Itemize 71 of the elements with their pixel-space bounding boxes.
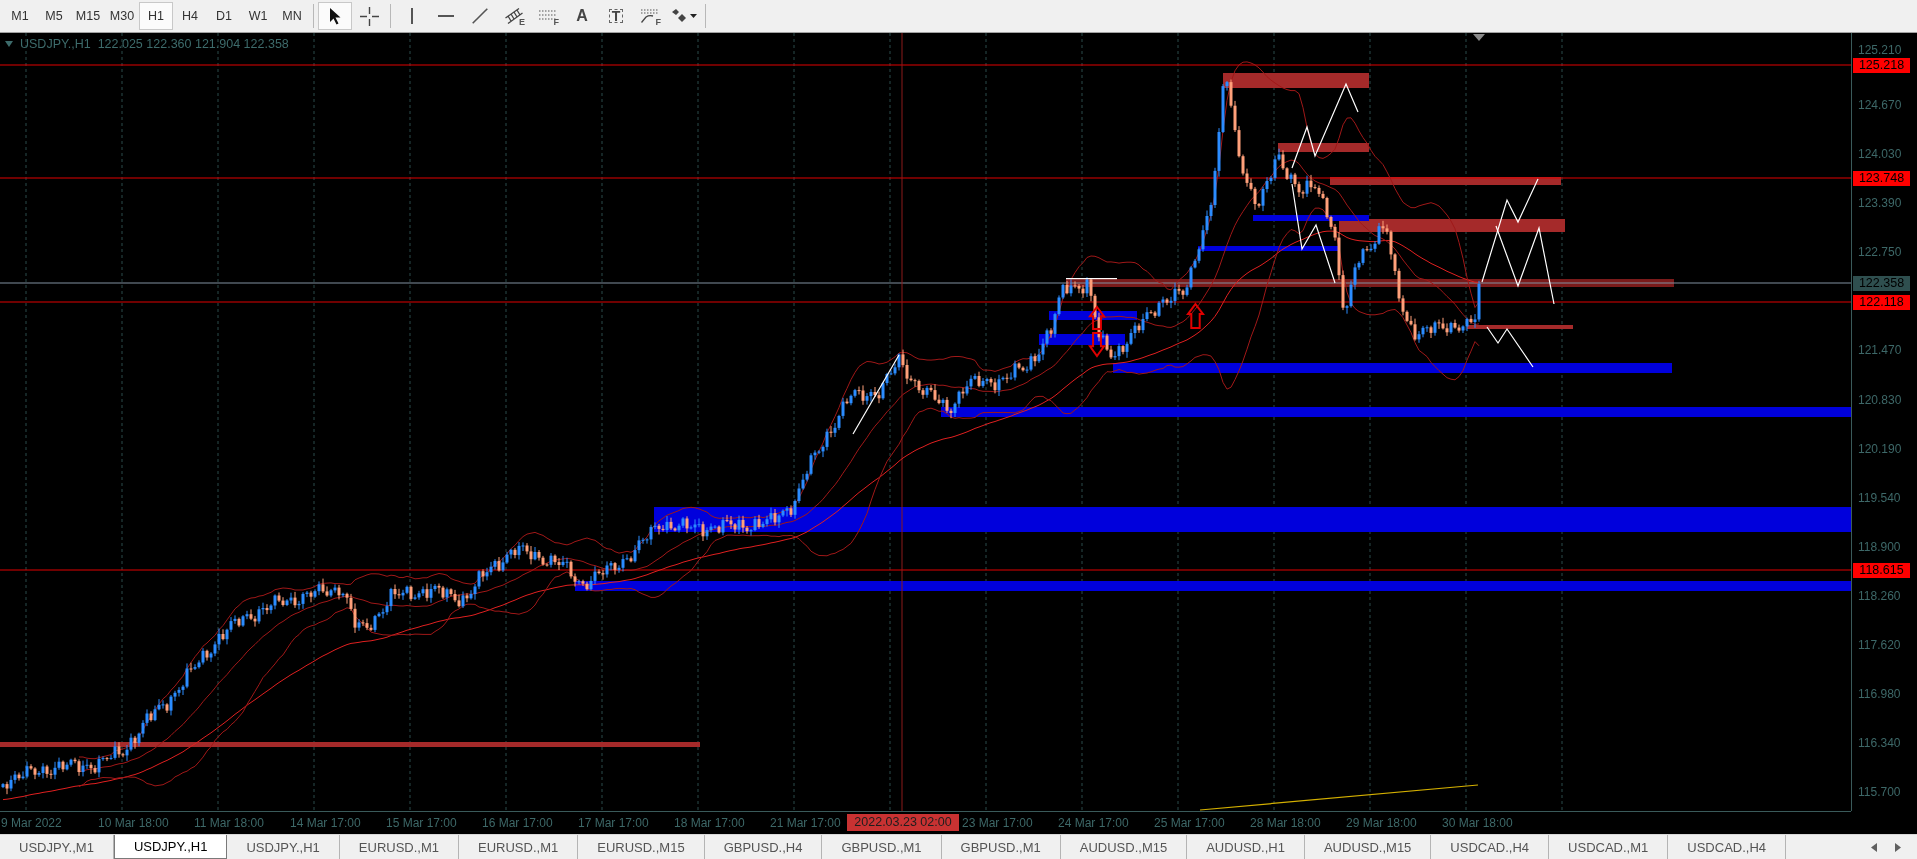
shapes-icon: [671, 9, 686, 23]
price-axis-label: 122.750: [1858, 245, 1902, 260]
timeframe-button[interactable]: M15: [71, 2, 105, 30]
time-axis-label: 21 Mar 17:00: [770, 816, 841, 830]
price-axis-label: 119.540: [1858, 490, 1901, 505]
fibonacci-button[interactable]: F: [531, 2, 565, 30]
time-axis-label: 23 Mar 17:00: [962, 816, 1033, 830]
time-axis-label: 30 Mar 18:00: [1442, 816, 1513, 830]
time-axis-label: 14 Mar 17:00: [290, 816, 361, 830]
price-axis-label: 117.620: [1858, 637, 1901, 652]
timeframe-button[interactable]: MN: [275, 2, 309, 30]
cursor-button[interactable]: [318, 2, 352, 30]
time-axis-label: 15 Mar 17:00: [386, 816, 457, 830]
projection-zigzag-line: [1486, 326, 1534, 368]
price-axis-label: 125.210: [1858, 43, 1902, 57]
time-axis-label: 28 Mar 18:00: [1250, 816, 1321, 830]
price-axis-label: 118.900: [1858, 539, 1901, 554]
price-tag: 123.748: [1853, 170, 1910, 186]
timeframe-button[interactable]: M30: [105, 2, 139, 30]
vertical-line-icon: [411, 8, 413, 24]
price-axis-label: 123.390: [1858, 196, 1902, 211]
price-tag: 122.118: [1853, 294, 1910, 310]
down-arrow-marker: [1088, 332, 1106, 358]
time-axis-label: 25 Mar 17:00: [1154, 816, 1225, 830]
chart-tab[interactable]: USDJPY.,H1: [113, 835, 228, 859]
crosshair-time-label: 2022.03.23 02:00: [847, 814, 959, 831]
price-tag: 122.358: [1853, 275, 1910, 291]
channel-icon: [505, 8, 523, 24]
price-axis-label: 120.830: [1858, 392, 1902, 407]
up-arrow-marker: [1186, 302, 1205, 329]
timeframe-button[interactable]: W1: [241, 2, 275, 30]
price-axis-label: 124.030: [1858, 147, 1902, 162]
price-tag: 125.218: [1853, 57, 1910, 73]
time-axis-label: 29 Mar 18:00: [1346, 816, 1417, 830]
ohlc-values: 122.025 122.360 121.904 122.358: [97, 37, 289, 51]
range-line: [1066, 278, 1117, 280]
time-axis-label: 17 Mar 17:00: [578, 816, 649, 830]
left-triangle-icon: [1871, 842, 1877, 852]
dropdown-triangle-icon[interactable]: [5, 41, 13, 47]
chart-symbol: USDJPY.,H1: [20, 37, 91, 51]
timeframe-button[interactable]: D1: [207, 2, 241, 30]
right-triangle-icon: [1895, 842, 1901, 852]
price-axis-label: 120.190: [1858, 441, 1902, 456]
price-axis-label: 116.340: [1858, 736, 1901, 750]
timeframe-button[interactable]: H1: [139, 2, 173, 30]
time-axis-label: 11 Mar 18:00: [194, 816, 264, 830]
price-axis-label: 121.470: [1858, 343, 1902, 358]
timeframe-button[interactable]: M5: [37, 2, 71, 30]
text-label-button[interactable]: T: [599, 2, 633, 30]
up-arrow-marker: [1088, 305, 1106, 330]
channel-button[interactable]: E: [497, 2, 531, 30]
fan-icon: [641, 9, 659, 23]
price-axis-label: 115.700: [1858, 785, 1901, 799]
horizontal-line-icon: [438, 15, 454, 17]
price-axis-label: 124.670: [1858, 98, 1902, 113]
price-axis-label: 116.980: [1858, 686, 1901, 701]
price-tag: 118.615: [1853, 562, 1910, 578]
time-axis-label: 24 Mar 17:00: [1058, 816, 1129, 830]
timeframe-button[interactable]: H4: [173, 2, 207, 30]
time-axis-label: 16 Mar 17:00: [482, 816, 553, 830]
cursor-icon: [329, 7, 341, 25]
time-axis-label: 18 Mar 17:00: [674, 816, 745, 830]
time-axis-label: 9 Mar 2022: [1, 816, 62, 830]
diagonal-line-icon: [472, 8, 488, 24]
crosshair-icon: [359, 6, 379, 26]
price-axis-label: 118.260: [1858, 588, 1901, 603]
caret-icon: [689, 14, 697, 18]
timeframe-button[interactable]: M1: [3, 2, 37, 30]
text-button[interactable]: A: [565, 2, 599, 30]
fibonacci-fan-button[interactable]: F: [633, 2, 667, 30]
time-axis-label: 10 Mar 18:00: [98, 816, 169, 830]
